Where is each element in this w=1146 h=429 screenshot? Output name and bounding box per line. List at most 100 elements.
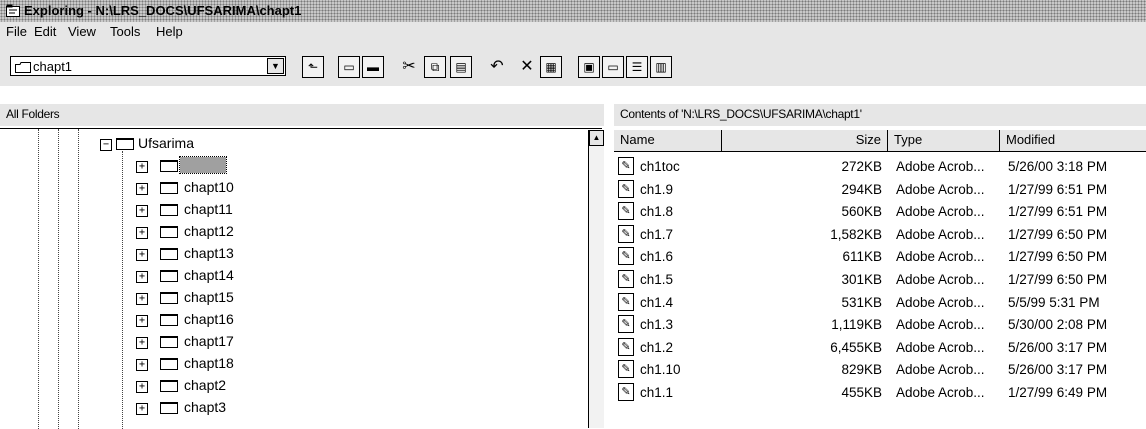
expand-icon[interactable]: + xyxy=(136,271,148,283)
file-row[interactable]: ✎ ch1.7 1,582KB Adobe Acrob... 1/27/99 6:50 … xyxy=(614,224,1146,246)
pdf-file-icon: ✎ xyxy=(618,337,634,356)
expand-icon[interactable]: + xyxy=(136,293,148,305)
tree-item[interactable]: + chapt2 xyxy=(0,377,580,397)
tree-label: chapt15 xyxy=(184,289,234,305)
tree-item-ufsarima[interactable]: − Ufsarima xyxy=(0,135,580,155)
file-size: 272KB xyxy=(841,159,882,174)
file-row[interactable]: ✎ ch1.1 455KB Adobe Acrob... 1/27/99 6:49 PM xyxy=(614,382,1146,404)
file-row[interactable]: ✎ ch1.6 611KB Adobe Acrob... 1/27/99 6:50 PM xyxy=(614,246,1146,268)
expand-icon[interactable]: + xyxy=(136,183,148,195)
file-size: 531KB xyxy=(841,294,882,310)
file-row[interactable]: ✎ ch1toc 272KB Adobe Acrob... 5/26/00 3:18 P… xyxy=(614,156,1146,178)
menu-bar: File Edit View Tools Help xyxy=(0,22,1146,42)
file-name: ch1.3 xyxy=(640,317,674,333)
pdf-file-icon: ✎ xyxy=(618,179,634,198)
expand-icon[interactable]: + xyxy=(136,227,148,239)
column-header-type[interactable]: Type xyxy=(888,130,1000,152)
file-size: 301KB xyxy=(841,272,882,287)
folder-icon xyxy=(160,314,178,326)
tree-item[interactable]: + chapt11 xyxy=(0,201,580,221)
file-modified: 5/5/99 5:31 PM xyxy=(1008,294,1100,310)
menu-edit[interactable]: Edit xyxy=(34,24,56,39)
file-row[interactable]: ✎ ch1.9 294KB Adobe Acrob... 1/27/99 6:51 PM xyxy=(614,179,1146,201)
file-type: Adobe Acrob... xyxy=(896,339,985,355)
disconnect-drive-icon[interactable]: ▬ xyxy=(362,56,384,78)
small-icons-view-icon[interactable]: ▭ xyxy=(602,56,624,78)
tree-label: Ufsarima xyxy=(138,135,195,151)
tree-item[interactable]: + chapt12 xyxy=(0,223,580,243)
list-view-icon[interactable]: ☰ xyxy=(626,56,648,78)
expand-icon[interactable]: + xyxy=(136,249,148,261)
cut-icon[interactable]: ✂ xyxy=(398,56,420,78)
menu-file[interactable]: File xyxy=(6,24,27,39)
tree-label: chapt14 xyxy=(184,267,234,283)
file-row[interactable]: ✎ ch1.5 301KB Adobe Acrob... 1/27/99 6:50 PM xyxy=(614,269,1146,291)
address-combobox[interactable]: chapt1 ▼ xyxy=(10,56,286,76)
tree-item[interactable]: + chapt14 xyxy=(0,267,580,287)
column-header-size[interactable]: Size xyxy=(722,130,888,152)
folder-icon xyxy=(116,138,134,150)
file-name: ch1.9 xyxy=(640,181,674,197)
delete-icon[interactable]: ✕ xyxy=(516,56,538,78)
folder-icon xyxy=(160,182,178,194)
details-view-icon[interactable]: ▥ xyxy=(650,56,672,78)
file-type: Adobe Acrob... xyxy=(896,362,985,378)
tree-item[interactable]: + chapt15 xyxy=(0,289,580,309)
file-name: ch1.1 xyxy=(640,385,674,400)
file-modified: 5/26/00 3:17 PM xyxy=(1008,362,1108,378)
tree-item[interactable]: + chapt10 xyxy=(0,179,580,199)
paste-icon[interactable]: ▤ xyxy=(450,56,472,78)
expand-icon[interactable]: + xyxy=(136,315,148,327)
title-bar[interactable]: Exploring - N:\LRS_DOCS\UFSARIMA\chapt1 xyxy=(0,0,1146,22)
map-drive-icon[interactable]: ▭ xyxy=(338,56,360,78)
expand-icon[interactable]: + xyxy=(136,381,148,393)
file-modified: 1/27/99 6:51 PM xyxy=(1008,204,1108,220)
expand-icon[interactable]: + xyxy=(136,403,148,415)
file-name: ch1toc xyxy=(640,159,680,174)
properties-icon[interactable]: ▦ xyxy=(540,56,562,78)
file-size: 1,582KB xyxy=(830,226,882,242)
tree-item[interactable]: + chapt3 xyxy=(0,399,580,419)
all-folders-header: All Folders xyxy=(0,104,608,126)
folder-icon xyxy=(160,402,178,414)
dropdown-arrow-icon[interactable]: ▼ xyxy=(267,58,284,74)
folder-tree[interactable]: − Ufsarima + chapt1 + chapt10 + chapt11 + cha… xyxy=(0,128,602,429)
tree-item[interactable]: + chapt16 xyxy=(0,311,580,331)
column-headers: Name Size Type Modified xyxy=(614,130,1146,152)
collapse-icon[interactable]: − xyxy=(100,139,112,151)
file-row[interactable]: ✎ ch1.3 1,119KB Adobe Acrob... 5/30/00 2:08 … xyxy=(614,314,1146,336)
file-row[interactable]: ✎ ch1.2 6,455KB Adobe Acrob... 5/26/00 3:17 … xyxy=(614,337,1146,359)
large-icons-view-icon[interactable]: ▣ xyxy=(578,56,600,78)
file-type: Adobe Acrob... xyxy=(896,385,985,400)
copy-icon[interactable]: ⧉ xyxy=(424,56,446,78)
tree-item[interactable]: + chapt17 xyxy=(0,333,580,353)
folder-icon xyxy=(160,204,178,216)
file-row[interactable]: ✎ ch1.10 829KB Adobe Acrob... 5/26/00 3:17 P… xyxy=(614,359,1146,381)
expand-icon[interactable]: + xyxy=(136,359,148,371)
tree-item[interactable]: + chapt18 xyxy=(0,355,580,375)
open-folder-icon xyxy=(160,160,178,172)
tree-item[interactable]: + chapt13 xyxy=(0,245,580,265)
pdf-file-icon: ✎ xyxy=(618,360,634,379)
file-row[interactable]: ✎ ch1.8 560KB Adobe Acrob... 1/27/99 6:51 PM xyxy=(614,201,1146,223)
pdf-file-icon: ✎ xyxy=(618,270,634,288)
up-folder-icon[interactable]: ⬑ xyxy=(302,56,324,78)
file-size: 455KB xyxy=(841,385,882,400)
menu-tools[interactable]: Tools xyxy=(110,24,140,39)
window-title: Exploring - N:\LRS_DOCS\UFSARIMA\chapt1 xyxy=(24,3,302,18)
file-size: 611KB xyxy=(842,249,882,265)
folder-icon xyxy=(160,226,178,238)
undo-icon[interactable]: ↶ xyxy=(486,56,508,78)
pane-splitter[interactable] xyxy=(604,104,614,428)
expand-icon[interactable]: + xyxy=(136,161,148,173)
scroll-up-icon[interactable]: ▲ xyxy=(589,130,604,146)
expand-icon[interactable]: + xyxy=(136,337,148,349)
vertical-scrollbar[interactable]: ▲ xyxy=(588,130,604,428)
tree-item-chapt1[interactable]: + chapt1 xyxy=(0,156,580,177)
column-header-name[interactable]: Name xyxy=(614,130,722,152)
menu-view[interactable]: View xyxy=(68,24,96,39)
file-row[interactable]: ✎ ch1.4 531KB Adobe Acrob... 5/5/99 5:31 PM xyxy=(614,292,1146,314)
expand-icon[interactable]: + xyxy=(136,205,148,217)
column-header-modified[interactable]: Modified xyxy=(1000,130,1146,152)
menu-help[interactable]: Help xyxy=(156,24,183,39)
